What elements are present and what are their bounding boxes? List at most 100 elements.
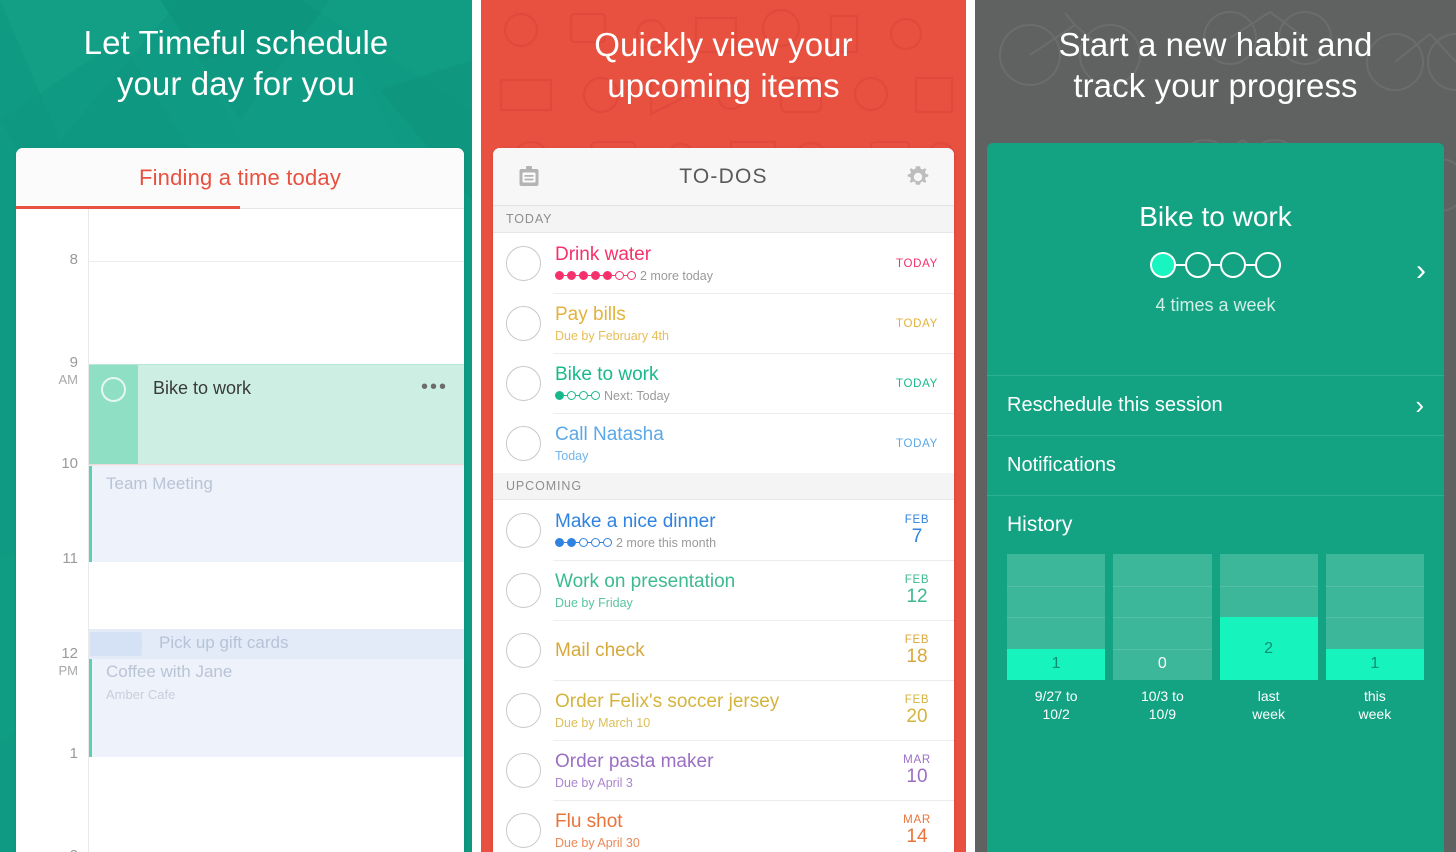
todo-row[interactable]: Mail check FEB 18: [493, 620, 954, 680]
todo-title: Mail check: [555, 639, 645, 661]
history-bar-fill: 0: [1157, 655, 1167, 673]
todo-content: Bike to work Next: Today: [541, 363, 894, 404]
calendar-event-team-meeting[interactable]: Team Meeting: [89, 466, 464, 562]
panel1-headline-line1: Let Timeful schedule: [83, 24, 389, 61]
habit-frequency: 4 times a week: [1155, 295, 1276, 315]
chevron-right-icon[interactable]: ›: [1416, 256, 1426, 286]
todo-due-date: FEB 12: [894, 574, 940, 607]
history-bar-label: 9/27 to 10/2: [1034, 688, 1078, 722]
todo-row[interactable]: Pay bills Due by February 4th TODAY: [493, 293, 954, 353]
hour-gridline: [88, 261, 464, 262]
panel3-headline-line1: Start a new habit and: [1058, 26, 1373, 63]
todo-checkbox-icon[interactable]: [506, 305, 541, 341]
todo-subtitle-row: Due by Friday: [555, 595, 894, 611]
habit-row-notifications[interactable]: Notifications: [987, 435, 1444, 495]
todo-subtitle-row: 2 more this month: [555, 535, 894, 551]
todo-content: Order pasta maker Due by April 3: [541, 750, 894, 791]
streak-connector: [1211, 263, 1220, 267]
todo-subtitle: Due by Friday: [555, 595, 633, 610]
todo-due-day: 10: [906, 765, 928, 787]
todo-due-date: FEB 18: [894, 634, 940, 667]
habit-row-reschedule[interactable]: Reschedule this session ›: [987, 375, 1444, 435]
event-title: Team Meeting: [106, 474, 213, 493]
hour-label-2: 2: [22, 847, 78, 852]
habit-hero[interactable]: Bike to work 4 times a week ›: [987, 143, 1444, 375]
todo-due-date: FEB 7: [894, 514, 940, 547]
streak-dot: [1255, 252, 1281, 278]
todo-due-date: TODAY: [894, 434, 940, 452]
calendar-event-pick-up-gift-cards[interactable]: Pick up gift cards: [89, 629, 464, 659]
todo-row[interactable]: Make a nice dinner 2 more this month FEB 7: [493, 500, 954, 560]
hour-label-8: 8: [69, 251, 78, 268]
todo-subtitle: Today: [555, 448, 589, 463]
todo-checkbox-icon[interactable]: [506, 572, 541, 608]
panel3-headline-line2: track your progress: [1073, 67, 1358, 104]
history-bar-label: last week: [1252, 688, 1285, 722]
history-bar-fill: 1: [1325, 648, 1424, 680]
todos-list[interactable]: TODAY Drink water 2 more today TODAY Pay bil…: [493, 206, 954, 852]
todo-due-day: 18: [906, 645, 928, 667]
todo-due-day: 14: [906, 825, 928, 847]
history-bar-fill: 2: [1219, 617, 1318, 680]
event-more-options-icon[interactable]: •••: [421, 377, 448, 397]
panel2-headline-line2: upcoming items: [607, 67, 840, 104]
todo-row[interactable]: Bike to work Next: Today TODAY: [493, 353, 954, 413]
panel-gap-2: [966, 0, 975, 852]
calendar-body[interactable]: 8 9 AM 10 11 12 PM 1 Team Meeting Coffee…: [16, 209, 464, 852]
history-bar-fill: 1: [1007, 648, 1106, 680]
history-bar-column: 1 9/27 to 10/2: [1007, 554, 1106, 723]
gear-icon[interactable]: [902, 161, 934, 193]
todo-content: Work on presentation Due by Friday: [541, 570, 894, 611]
todos-navbar: TO-DOS: [493, 148, 954, 206]
todo-title: Drink water: [555, 243, 652, 265]
todo-checkbox-icon[interactable]: [506, 812, 541, 848]
todo-row[interactable]: Flu shot Due by April 30 MAR 14: [493, 800, 954, 852]
todo-subtitle-row: Due by April 3: [555, 775, 894, 791]
history-bar-track: 2: [1219, 554, 1318, 680]
todo-due-date: MAR 14: [894, 814, 940, 847]
todo-due-date: FEB 20: [894, 694, 940, 727]
todo-due-today-label: TODAY: [895, 258, 939, 270]
screenshot-stage: Let Timeful schedule your day for you Fi…: [0, 0, 1456, 852]
todo-checkbox-icon[interactable]: [506, 692, 541, 728]
calendar-event-bike-to-work[interactable]: Bike to work •••: [89, 364, 464, 465]
panel-todos: Quickly view your upcoming items TO-DOS: [481, 0, 966, 852]
panel2-headline: Quickly view your upcoming items: [481, 0, 966, 106]
todo-row[interactable]: Order pasta maker Due by April 3 MAR 10: [493, 740, 954, 800]
todo-checkbox-icon[interactable]: [506, 245, 541, 281]
todo-row[interactable]: Drink water 2 more today TODAY: [493, 233, 954, 293]
todos-card: TO-DOS TODAY Drink water 2 more today TODAY…: [493, 148, 954, 852]
streak-dot: [1220, 252, 1246, 278]
todo-due-today-label: TODAY: [895, 438, 939, 450]
todo-checkbox-icon[interactable]: [506, 512, 541, 548]
todo-due-month: MAR: [903, 753, 931, 766]
todo-checkbox-icon[interactable]: [506, 425, 541, 461]
todo-row[interactable]: Work on presentation Due by Friday FEB 12: [493, 560, 954, 620]
todo-subtitle: Due by April 3: [555, 775, 633, 790]
habit-streak-indicator: [987, 252, 1444, 278]
habit-row-label: Reschedule this session: [1007, 394, 1223, 416]
todo-checkbox-icon[interactable]: [506, 752, 541, 788]
event-complete-circle-icon[interactable]: [101, 377, 126, 402]
tab-finding-a-time-today[interactable]: Finding a time today: [139, 165, 341, 191]
todo-row[interactable]: Order Felix's soccer jersey Due by March …: [493, 680, 954, 740]
todo-progress-dots: [555, 391, 600, 400]
todo-subtitle: Due by February 4th: [555, 328, 669, 343]
panel-gap-1: [472, 0, 481, 852]
todos-title: TO-DOS: [679, 164, 768, 188]
habit-row-label: Notifications: [1007, 454, 1116, 476]
streak-dot: [1185, 252, 1211, 278]
ghost-chip: [90, 632, 142, 656]
todo-due-date: TODAY: [894, 314, 940, 332]
todo-row[interactable]: Call Natasha Today TODAY: [493, 413, 954, 473]
panel1-headline: Let Timeful schedule your day for you: [0, 0, 472, 104]
todo-progress-dots: [555, 271, 636, 280]
event-title: Pick up gift cards: [159, 633, 289, 652]
todo-subtitle-row: Due by March 10: [555, 715, 894, 731]
habit-title: Bike to work: [1139, 201, 1292, 232]
todo-content: Pay bills Due by February 4th: [541, 303, 894, 344]
todo-checkbox-icon[interactable]: [506, 632, 541, 668]
clipboard-icon[interactable]: [513, 161, 545, 193]
todo-checkbox-icon[interactable]: [506, 365, 541, 401]
history-bar-track: 0: [1113, 554, 1212, 680]
